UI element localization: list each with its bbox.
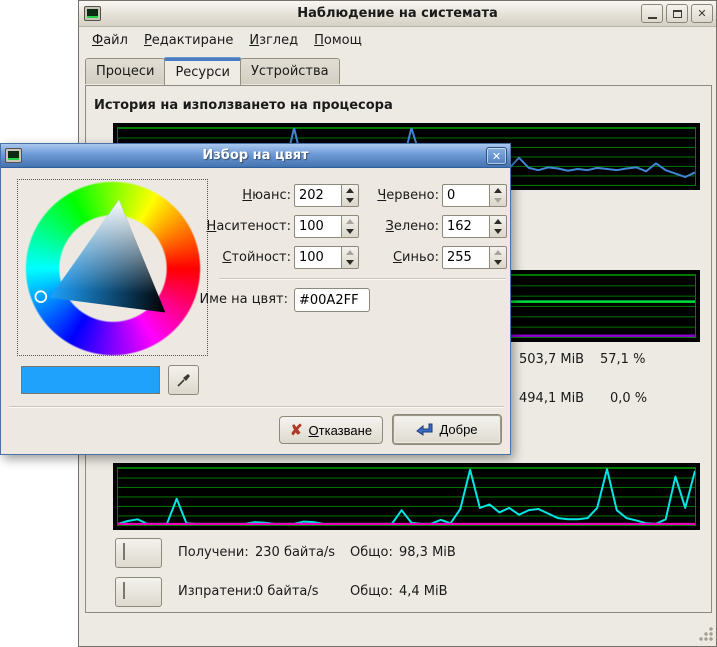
close-button[interactable]: ✕: [691, 4, 713, 23]
sent-total: 4,4 MiB: [399, 584, 448, 599]
menu-help[interactable]: Помощ: [307, 30, 369, 51]
value-spinner[interactable]: [342, 246, 359, 269]
maximize-icon: [673, 10, 682, 18]
memory-used-value: 503,7 MiB: [519, 352, 584, 367]
saturation-input[interactable]: [294, 215, 342, 238]
color-wheel[interactable]: [17, 179, 208, 356]
main-titlebar[interactable]: Наблюдение на системата ✕: [79, 1, 716, 27]
ok-arrow-icon: [416, 422, 433, 437]
green-spinner[interactable]: [490, 215, 507, 238]
action-separator: [9, 406, 504, 408]
menu-file[interactable]: Файл: [85, 30, 135, 51]
dialog-icon: [5, 148, 22, 163]
current-color-swatch: [21, 366, 160, 394]
saturation-label: Наситеност:: [181, 215, 291, 238]
red-input[interactable]: [442, 184, 490, 207]
hsv-triangle[interactable]: [18, 180, 207, 355]
sent-rate: 0 байта/s: [255, 584, 319, 599]
green-input[interactable]: [442, 215, 490, 238]
dialog-titlebar[interactable]: Избор на цвят ✕: [1, 144, 510, 168]
dialog-title: Избор на цвят: [1, 148, 510, 163]
received-label: Получени:: [178, 545, 249, 560]
red-spinner[interactable]: [490, 184, 507, 207]
sent-color-swatch: [123, 582, 125, 599]
color-name-input[interactable]: [294, 288, 370, 312]
sent-label: Изпратени:: [178, 584, 256, 599]
cancel-button[interactable]: ✘ Отказване: [279, 416, 383, 444]
hue-marker[interactable]: [35, 291, 46, 302]
blue-input[interactable]: [442, 246, 490, 269]
cpu-history-heading: История на използването на процесора: [94, 98, 393, 113]
tab-processes[interactable]: Процеси: [85, 58, 165, 84]
saturation-spinner[interactable]: [342, 215, 359, 238]
received-total: 98,3 MiB: [399, 545, 456, 560]
minimize-button[interactable]: [641, 4, 663, 23]
color-name-label: Име на цвят:: [178, 288, 288, 311]
tab-resources[interactable]: Ресурси: [164, 58, 241, 85]
received-color-button[interactable]: [115, 538, 162, 568]
red-label: Червено:: [361, 184, 439, 207]
close-icon: ✕: [492, 150, 501, 163]
hue-spinner[interactable]: [342, 184, 359, 207]
blue-label: Синьо:: [361, 246, 439, 269]
received-total-label: Общо:: [350, 545, 393, 560]
menu-view[interactable]: Изглед: [242, 30, 305, 51]
green-label: Зелено:: [361, 215, 439, 238]
hue-label: Нюанс:: [181, 184, 291, 207]
window-title: Наблюдение на системата: [79, 6, 716, 21]
color-picker-dialog: Избор на цвят ✕ Нюанс:: [0, 143, 511, 455]
ok-label: Добре: [439, 422, 477, 437]
swap-used-value: 494,1 MiB: [519, 391, 584, 406]
sent-total-label: Общо:: [350, 584, 393, 599]
fields-separator: [219, 278, 506, 280]
maximize-button[interactable]: [666, 4, 688, 23]
system-monitor-icon: [84, 6, 101, 21]
value-input[interactable]: [294, 246, 342, 269]
tab-devices[interactable]: Устройства: [240, 58, 340, 84]
statusbar: [79, 613, 716, 646]
sent-color-button[interactable]: [115, 577, 162, 607]
menubar: Файл Редактиране Изглед Помощ: [79, 27, 716, 54]
tabbar: Процеси Ресурси Устройства: [79, 54, 716, 83]
minimize-icon: [648, 17, 657, 19]
network-received-line: [118, 469, 695, 524]
eyedropper-button[interactable]: [168, 365, 199, 395]
menu-edit[interactable]: Редактиране: [137, 30, 240, 51]
dialog-close-button[interactable]: ✕: [486, 147, 507, 165]
cancel-x-icon: ✘: [290, 423, 303, 438]
screen: Наблюдение на системата ✕ Файл Редактира…: [0, 0, 717, 647]
eyedropper-icon: [176, 372, 192, 388]
resize-grip[interactable]: [698, 627, 713, 642]
close-icon: ✕: [697, 7, 706, 20]
memory-used-percent: 57,1 %: [600, 352, 645, 367]
received-rate: 230 байта/s: [255, 545, 335, 560]
received-color-swatch: [123, 543, 125, 560]
cancel-label: Отказване: [309, 423, 373, 438]
swap-used-percent: 0,0 %: [610, 391, 647, 406]
hue-input[interactable]: [294, 184, 342, 207]
value-label: Стойност:: [181, 246, 291, 269]
network-history-chart: [113, 463, 700, 530]
blue-spinner[interactable]: [490, 246, 507, 269]
ok-button[interactable]: Добре: [392, 414, 502, 445]
